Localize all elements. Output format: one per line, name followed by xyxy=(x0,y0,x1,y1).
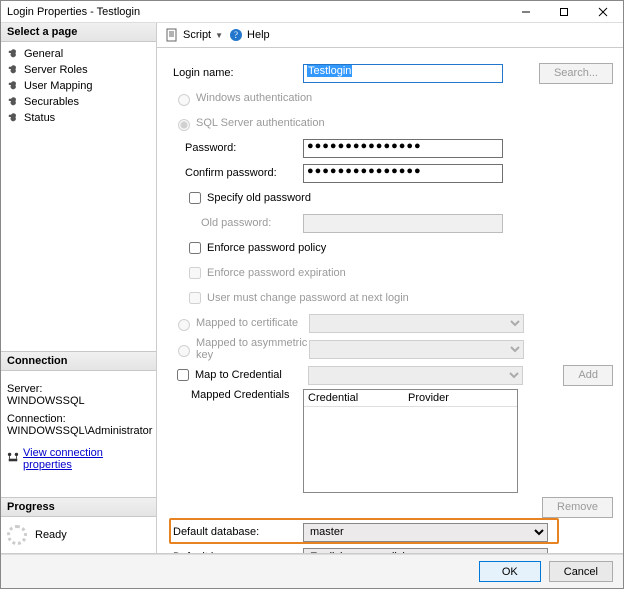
chevron-down-icon: ▼ xyxy=(215,31,223,40)
minimize-button[interactable] xyxy=(507,2,545,22)
provider-col-header: Provider xyxy=(404,390,517,406)
remove-button: Remove xyxy=(542,497,613,518)
old-password-input xyxy=(303,214,503,233)
add-button: Add xyxy=(563,365,613,386)
nav-label: User Mapping xyxy=(24,80,92,92)
help-icon: ? xyxy=(229,28,243,42)
default-language-label: Default language: xyxy=(173,551,303,553)
enforce-expiration-label: Enforce password expiration xyxy=(207,267,346,279)
mapped-credentials-list[interactable]: Credential Provider xyxy=(303,389,518,493)
form: Login name: Testlogin Search... Windows … xyxy=(157,48,623,553)
progress-ring-icon xyxy=(7,525,27,545)
windows-auth-label: Windows authentication xyxy=(196,92,312,104)
page-nav: General Server Roles User Mapping Secura… xyxy=(1,42,156,130)
login-name-input[interactable]: Testlogin xyxy=(303,64,503,83)
map-credential-checkbox[interactable] xyxy=(177,369,189,381)
map-credential-label: Map to Credential xyxy=(195,369,308,381)
script-icon xyxy=(165,28,179,42)
mapped-asym-label: Mapped to asymmetric key xyxy=(196,337,309,361)
password-input[interactable]: ●●●●●●●●●●●●●●● xyxy=(303,139,503,158)
confirm-password-label: Confirm password: xyxy=(185,167,303,179)
left-panel: Select a page General Server Roles User … xyxy=(1,23,157,553)
svg-text:?: ? xyxy=(234,30,238,40)
view-connection-link[interactable]: View connection properties xyxy=(23,447,150,471)
mapped-cert-radio xyxy=(178,319,190,331)
nav-server-roles[interactable]: Server Roles xyxy=(1,62,156,78)
nav-securables[interactable]: Securables xyxy=(1,94,156,110)
enforce-expiration-checkbox xyxy=(189,267,201,279)
nav-status[interactable]: Status xyxy=(1,110,156,126)
password-label: Password: xyxy=(185,142,303,154)
mapped-cert-label: Mapped to certificate xyxy=(196,317,309,329)
connection-body: Server: WINDOWSSQL Connection: WINDOWSSQ… xyxy=(1,371,156,477)
script-button[interactable]: Script ▼ xyxy=(165,28,223,42)
enforce-policy-label: Enforce password policy xyxy=(207,242,326,254)
mapped-asym-combo xyxy=(309,340,524,359)
progress-header: Progress xyxy=(1,497,156,517)
must-change-checkbox xyxy=(189,292,201,304)
mapped-credentials-label: Mapped Credentials xyxy=(191,389,303,401)
specify-old-password-checkbox[interactable] xyxy=(189,192,201,204)
script-label: Script xyxy=(183,29,211,41)
mapped-cert-combo xyxy=(309,314,524,333)
ok-button[interactable]: OK xyxy=(479,561,541,582)
network-icon xyxy=(7,451,19,463)
window: Login Properties - Testlogin Select a pa… xyxy=(0,0,624,589)
nav-user-mapping[interactable]: User Mapping xyxy=(1,78,156,94)
nav-label: Server Roles xyxy=(24,64,88,76)
default-database-label: Default database: xyxy=(173,526,303,538)
wrench-icon xyxy=(7,64,19,76)
default-database-combo[interactable]: master xyxy=(303,523,548,542)
enforce-policy-checkbox[interactable] xyxy=(189,242,201,254)
specify-old-password-label: Specify old password xyxy=(207,192,311,204)
must-change-label: User must change password at next login xyxy=(207,292,409,304)
wrench-icon xyxy=(7,112,19,124)
server-label: Server: xyxy=(7,383,150,395)
search-button: Search... xyxy=(539,63,613,84)
map-credential-combo xyxy=(308,366,523,385)
nav-label: Status xyxy=(24,112,55,124)
login-name-label: Login name: xyxy=(173,67,303,79)
toolbar: Script ▼ ? Help xyxy=(157,23,623,48)
footer: OK Cancel xyxy=(1,554,623,588)
maximize-button[interactable] xyxy=(545,2,583,22)
old-password-label: Old password: xyxy=(201,217,303,229)
main: Select a page General Server Roles User … xyxy=(1,23,623,554)
sql-auth-label: SQL Server authentication xyxy=(196,117,325,129)
nav-label: General xyxy=(24,48,63,60)
wrench-icon xyxy=(7,96,19,108)
default-language-combo[interactable]: English - us_english xyxy=(303,548,548,554)
progress-status: Ready xyxy=(35,529,67,541)
wrench-icon xyxy=(7,80,19,92)
close-button[interactable] xyxy=(583,2,623,22)
connection-header: Connection xyxy=(1,351,156,371)
nav-label: Securables xyxy=(24,96,79,108)
progress-body: Ready xyxy=(1,517,156,553)
help-label: Help xyxy=(247,29,270,41)
right-panel: Script ▼ ? Help Login name: Testlogin Se… xyxy=(157,23,623,553)
mapped-asym-radio xyxy=(178,345,190,357)
select-page-header: Select a page xyxy=(1,23,156,42)
nav-general[interactable]: General xyxy=(1,46,156,62)
titlebar: Login Properties - Testlogin xyxy=(1,1,623,23)
window-title: Login Properties - Testlogin xyxy=(7,6,507,18)
server-value: WINDOWSSQL xyxy=(7,395,150,407)
connection-value: WINDOWSSQL\Administrator xyxy=(7,425,150,437)
windows-auth-radio xyxy=(178,94,190,106)
wrench-icon xyxy=(7,48,19,60)
help-button[interactable]: ? Help xyxy=(229,28,270,42)
sql-auth-radio xyxy=(178,119,190,131)
confirm-password-input[interactable]: ●●●●●●●●●●●●●●● xyxy=(303,164,503,183)
credential-col-header: Credential xyxy=(304,390,404,406)
cancel-button[interactable]: Cancel xyxy=(549,561,613,582)
connection-label: Connection: xyxy=(7,413,150,425)
